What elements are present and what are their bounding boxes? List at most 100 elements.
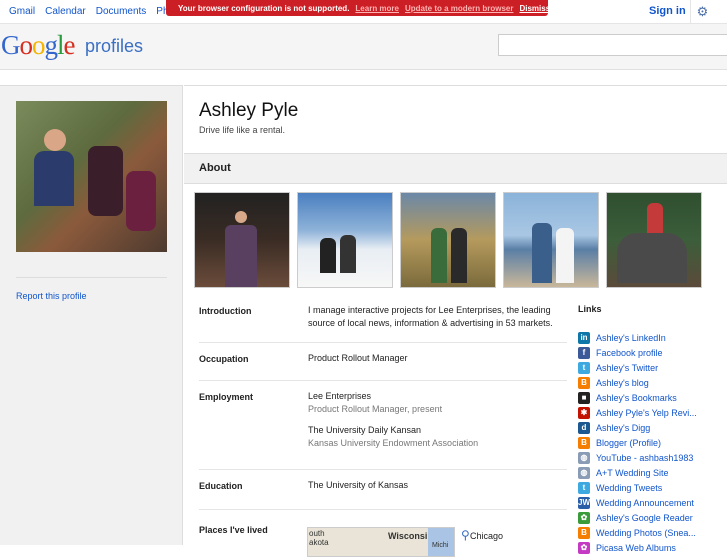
row-label: Introduction — [199, 306, 252, 316]
profile-content: Ashley Pyle Drive life like a rental. Ab… — [184, 85, 727, 557]
about-title: About — [199, 162, 231, 174]
profile-name: Ashley Pyle — [199, 100, 299, 121]
map-label: Wisconsin — [388, 531, 433, 541]
warning-text: Your browser configuration is not suppor… — [178, 3, 350, 13]
nav-documents[interactable]: Documents — [96, 6, 147, 17]
photo-thumbnail[interactable] — [194, 192, 290, 288]
photo-thumbnail[interactable] — [503, 192, 599, 288]
link-label[interactable]: A+T Wedding Site — [596, 468, 668, 478]
row-value: Lee Enterprises Product Rollout Manager,… — [308, 390, 566, 450]
reader-icon: ✿ — [578, 511, 590, 524]
dismiss-link[interactable]: Dismiss — [519, 4, 548, 13]
logo-letter: e — [63, 30, 76, 60]
employer-role: Kansas University Endowment Association — [308, 438, 479, 448]
link-label[interactable]: Facebook profile — [596, 348, 663, 358]
link-label[interactable]: Ashley's Twitter — [596, 363, 658, 373]
profile-tagline: Drive life like a rental. — [199, 125, 286, 135]
learn-more-link[interactable]: Learn more — [355, 4, 399, 13]
report-profile-link[interactable]: Report this profile — [16, 291, 87, 301]
row-label: Employment — [199, 392, 254, 402]
jw-icon: JW — [578, 496, 590, 509]
blogger-icon: B — [578, 436, 590, 449]
nav-gmail[interactable]: Gmail — [9, 6, 35, 17]
occupation-row: Occupation Product Rollout Manager — [199, 353, 567, 374]
link-label[interactable]: Ashley's Digg — [596, 423, 650, 433]
top-bar: Gmail Calendar Documents Ph Your browser… — [0, 0, 727, 24]
link-item[interactable]: ✱ Ashley Pyle's Yelp Revi... — [578, 405, 718, 420]
links-header: Links — [578, 304, 602, 314]
row-label: Occupation — [199, 354, 249, 364]
map-pin-icon: ⚲ — [461, 528, 470, 542]
map-label-text: outh — [309, 529, 325, 538]
globe-icon: ◍ — [578, 451, 590, 464]
link-label[interactable]: Wedding Announcement — [596, 498, 694, 508]
link-label[interactable]: Ashley's Bookmarks — [596, 393, 677, 403]
facebook-icon: f — [578, 346, 590, 359]
search-input[interactable] — [498, 34, 727, 56]
sign-in-link[interactable]: Sign in — [649, 5, 686, 17]
place-name[interactable]: Chicago — [470, 531, 503, 541]
link-label[interactable]: Ashley's LinkedIn — [596, 333, 666, 343]
linkedin-icon: in — [578, 331, 590, 344]
link-item[interactable]: d Ashley's Digg — [578, 420, 718, 435]
row-label: Places I've lived — [199, 525, 268, 535]
link-label[interactable]: Ashley Pyle's Yelp Revi... — [596, 408, 697, 418]
yelp-icon: ✱ — [578, 406, 590, 419]
link-item[interactable]: f Facebook profile — [578, 345, 718, 360]
employer-role: Product Rollout Manager, present — [308, 404, 443, 414]
education-row: Education The University of Kansas — [199, 480, 567, 501]
link-label[interactable]: Ashley's Google Reader — [596, 513, 693, 523]
link-item[interactable]: in Ashley's LinkedIn — [578, 330, 718, 345]
picasa-icon: ✿ — [578, 541, 590, 554]
link-item[interactable]: ■ Ashley's Bookmarks — [578, 390, 718, 405]
row-label: Education — [199, 481, 243, 491]
delicious-icon: ■ — [578, 391, 590, 404]
globe-icon: ◍ — [578, 466, 590, 479]
photo-thumbnail[interactable] — [606, 192, 702, 288]
link-item[interactable]: B Blogger (Profile) — [578, 435, 718, 450]
map-label: outh akota — [309, 529, 329, 547]
divider — [199, 469, 567, 470]
blogger-icon: B — [578, 376, 590, 389]
header: Google profiles — [0, 24, 727, 70]
link-item[interactable]: ◍ A+T Wedding Site — [578, 465, 718, 480]
update-browser-link[interactable]: Update to a modern browser — [405, 4, 513, 13]
employer-name: The University Daily Kansan — [308, 425, 422, 435]
left-column: Report this profile — [0, 85, 183, 545]
row-value: Product Rollout Manager — [308, 353, 408, 363]
photo-thumbnail[interactable] — [400, 192, 496, 288]
links-section: Links in Ashley's LinkedIn f Facebook profi… — [578, 304, 718, 555]
settings-button[interactable]: ⚙ — [690, 0, 714, 24]
links-list: in Ashley's LinkedIn f Facebook profile t Ash… — [578, 330, 718, 555]
nav-calendar[interactable]: Calendar — [45, 6, 86, 17]
link-item[interactable]: ✿ Picasa Web Albums — [578, 540, 718, 555]
row-value: I manage interactive projects for Lee En… — [308, 305, 553, 328]
logo-letter: g — [44, 30, 58, 60]
logo-letter: o — [19, 30, 33, 60]
map-label: Michi — [432, 542, 449, 549]
profile-photo[interactable] — [16, 101, 167, 252]
link-item[interactable]: B Wedding Photos (Snea... — [578, 525, 718, 540]
places-map[interactable]: outh akota Wisconsin Michi — [307, 527, 455, 557]
link-item[interactable]: ◍ YouTube - ashbash1983 — [578, 450, 718, 465]
photo-thumbnail[interactable] — [297, 192, 393, 288]
divider — [199, 342, 567, 343]
twitter-icon: t — [578, 481, 590, 494]
divider — [199, 509, 567, 510]
link-item[interactable]: t Wedding Tweets — [578, 480, 718, 495]
digg-icon: d — [578, 421, 590, 434]
link-label[interactable]: YouTube - ashbash1983 — [596, 453, 693, 463]
link-label[interactable]: Wedding Tweets — [596, 483, 662, 493]
link-label[interactable]: Ashley's blog — [596, 378, 649, 388]
link-label[interactable]: Picasa Web Albums — [596, 543, 676, 553]
link-label[interactable]: Blogger (Profile) — [596, 438, 661, 448]
google-logo[interactable]: Google — [1, 30, 75, 61]
link-label[interactable]: Wedding Photos (Snea... — [596, 528, 696, 538]
link-item[interactable]: JW Wedding Announcement — [578, 495, 718, 510]
about-header: About — [184, 153, 727, 184]
employment-row: Employment Lee Enterprises Product Rollo… — [199, 390, 567, 452]
link-item[interactable]: ✿ Ashley's Google Reader — [578, 510, 718, 525]
row-value: The University of Kansas — [308, 480, 409, 490]
link-item[interactable]: t Ashley's Twitter — [578, 360, 718, 375]
link-item[interactable]: B Ashley's blog — [578, 375, 718, 390]
